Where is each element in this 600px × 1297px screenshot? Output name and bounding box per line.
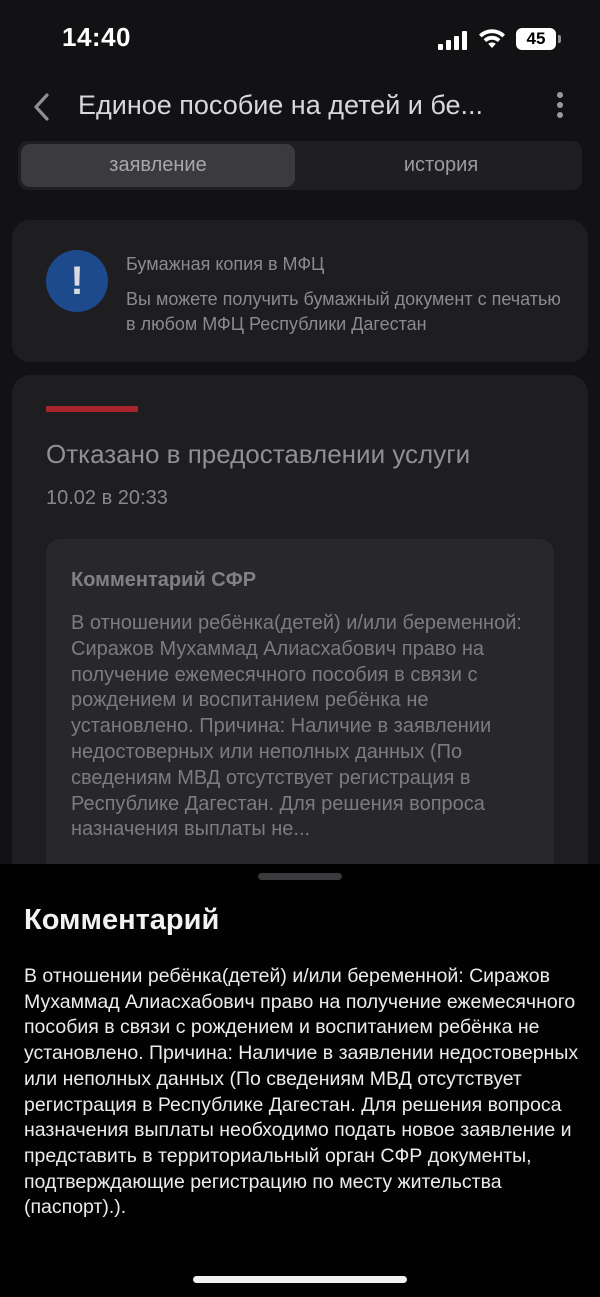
status-card: Отказано в предоставлении услуги 10.02 в…	[12, 375, 588, 899]
app-screen: 14:40 45 Единое пособие на детей и бе...…	[0, 0, 600, 1297]
signal-icon	[438, 30, 468, 50]
battery-icon: 45	[516, 28, 561, 50]
chevron-left-icon[interactable]	[28, 90, 56, 124]
exclamation-icon: !	[46, 250, 108, 312]
info-card-title: Бумажная копия в МФЦ	[126, 254, 325, 274]
tab-application[interactable]: заявление	[21, 144, 295, 187]
info-card: ! Бумажная копия в МФЦ Вы можете получит…	[12, 220, 588, 362]
segmented-tabs: заявление история	[18, 141, 582, 190]
sheet-grabber[interactable]	[258, 873, 342, 880]
sheet-title: Комментарий	[24, 904, 220, 936]
status-date: 10.02 в 20:33	[46, 487, 168, 509]
comment-box-title: Комментарий СФР	[71, 569, 257, 591]
wifi-icon	[479, 29, 505, 48]
info-card-text: Вы можете получить бумажный документ с п…	[126, 289, 561, 334]
more-vertical-icon[interactable]	[552, 92, 568, 122]
comment-box[interactable]: Комментарий СФР В отношении ребёнка(дете…	[46, 539, 554, 899]
comment-bottom-sheet: Комментарий В отношении ребёнка(детей) и…	[0, 864, 600, 1297]
status-accent-bar	[46, 406, 138, 412]
home-indicator[interactable]	[193, 1276, 407, 1283]
tab-history[interactable]: история	[304, 144, 578, 187]
page-title: Единое пособие на детей и бе...	[78, 90, 484, 120]
sheet-text: В отношении ребёнка(детей) и/или беремен…	[24, 965, 579, 1219]
status-bar: 14:40 45	[0, 0, 600, 80]
comment-box-text: В отношении ребёнка(детей) и/или беремен…	[71, 612, 522, 841]
header: Единое пособие на детей и бе...	[0, 80, 600, 136]
status-time: 14:40	[62, 22, 131, 52]
status-heading: Отказано в предоставлении услуги	[46, 439, 471, 469]
